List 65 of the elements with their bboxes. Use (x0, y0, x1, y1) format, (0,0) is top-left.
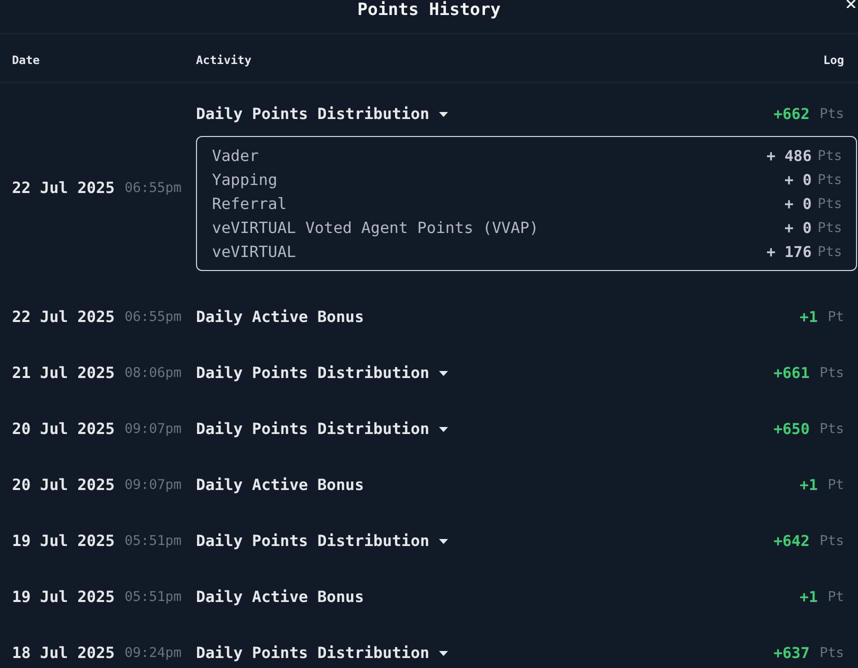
dialog-title: Points History (357, 0, 501, 21)
row-date: 20 Jul 2025 (12, 475, 115, 495)
row-date: 19 Jul 2025 (12, 587, 115, 607)
breakdown-amount: + 486 (766, 146, 812, 166)
points-amount: +650 (773, 419, 810, 439)
activity-label: Daily Active Bonus (196, 475, 364, 495)
breakdown-label: veVIRTUAL (212, 242, 296, 262)
row-date: 19 Jul 2025 (12, 531, 115, 551)
breakdown-amount: + 0 (784, 218, 812, 238)
breakdown-label: Yapping (212, 170, 278, 190)
breakdown-unit: Pts (818, 243, 842, 262)
points-unit: Pt (828, 476, 844, 495)
points-amount: +637 (773, 643, 810, 663)
activity-toggle[interactable]: Daily Points Distribution (196, 531, 448, 551)
breakdown-amount: + 0 (784, 194, 812, 214)
activity-toggle[interactable]: Daily Points Distribution (196, 419, 448, 439)
row-time: 06:55pm (124, 308, 182, 327)
column-header: Log (823, 52, 844, 66)
caret-icon (439, 538, 448, 544)
row-time: 06:55pm (124, 178, 182, 198)
breakdown-label: Vader (212, 146, 259, 166)
caret-icon (439, 650, 448, 656)
activity-label: Daily Active Bonus (196, 307, 364, 327)
row-time: 09:24pm (124, 644, 182, 663)
column-header: Activity (196, 52, 252, 66)
caret-icon (439, 112, 448, 116)
points-unit: Pt (828, 308, 844, 327)
row-date: 22 Jul 2025 (12, 178, 115, 198)
breakdown-unit: Pts (818, 147, 842, 166)
points-unit: Pts (820, 532, 844, 551)
points-amount: +1 (800, 307, 818, 327)
breakdown-unit: Pts (818, 219, 842, 238)
points-unit: Pt (828, 588, 844, 607)
points-amount: +662 (773, 104, 810, 124)
points-amount: +1 (800, 587, 818, 607)
row-date: 22 Jul 2025 (12, 307, 115, 327)
activity-toggle[interactable]: Daily Points Distribution (196, 363, 448, 383)
row-time: 09:07pm (124, 420, 182, 439)
row-date: 20 Jul 2025 (12, 419, 115, 439)
breakdown-unit: Pts (818, 171, 842, 190)
points-amount: +661 (773, 363, 810, 383)
row-time: 09:07pm (124, 476, 182, 495)
breakdown-label: Referral (212, 194, 287, 214)
points-unit: Pts (820, 644, 844, 663)
points-unit: Pts (820, 364, 844, 383)
breakdown-amount: + 176 (766, 242, 812, 262)
points-amount: +1 (800, 475, 818, 495)
breakdown-amount: + 0 (784, 170, 812, 190)
row-date: 21 Jul 2025 (12, 363, 115, 383)
breakdown-unit: Pts (818, 195, 842, 214)
caret-icon (439, 370, 448, 376)
activity-toggle[interactable]: Daily Points Distribution (196, 643, 448, 663)
caret-icon (439, 426, 448, 432)
row-time: 08:06pm (124, 364, 182, 383)
close-icon[interactable] (846, 0, 856, 8)
points-amount: +642 (773, 531, 810, 551)
activity-toggle[interactable]: Daily Points Distribution (196, 104, 448, 124)
breakdown-label: veVIRTUAL Voted Agent Points (VVAP) (212, 218, 539, 238)
activity-label: Daily Active Bonus (196, 587, 364, 607)
row-time: 05:51pm (124, 588, 182, 607)
row-date: 18 Jul 2025 (12, 643, 115, 663)
column-header: Date (12, 52, 41, 66)
row-time: 05:51pm (124, 532, 182, 551)
points-unit: Pts (820, 420, 844, 439)
points-unit: Pts (820, 105, 844, 124)
